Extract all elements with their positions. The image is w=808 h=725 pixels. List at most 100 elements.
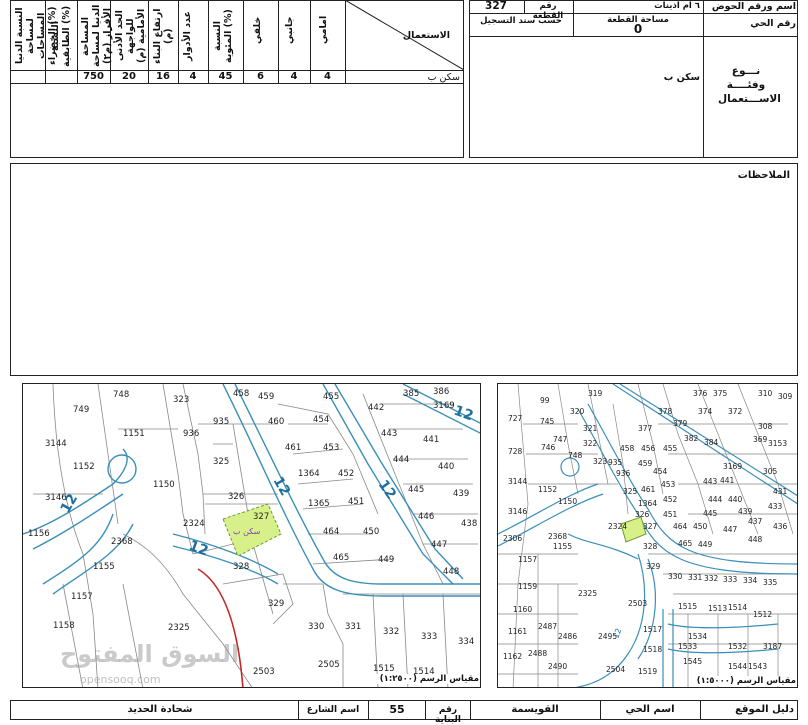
svg-text:2324: 2324 (608, 522, 627, 531)
svg-text:465: 465 (333, 553, 349, 563)
footer-guide-label: دليل الموقع (735, 704, 794, 715)
svg-text:1155: 1155 (93, 562, 115, 572)
svg-text:305: 305 (763, 467, 778, 476)
svg-text:1157: 1157 (71, 592, 93, 602)
svg-text:1544: 1544 (728, 662, 747, 671)
svg-text:441: 441 (720, 476, 735, 485)
svg-text:453: 453 (661, 480, 676, 489)
svg-text:12: 12 (187, 538, 211, 560)
svg-text:328: 328 (233, 562, 249, 572)
svg-text:379: 379 (673, 419, 688, 428)
svg-text:1152: 1152 (538, 485, 557, 494)
svg-text:99: 99 (540, 396, 550, 405)
svg-text:452: 452 (663, 495, 678, 504)
svg-text:1156: 1156 (28, 529, 50, 539)
svg-text:464: 464 (673, 522, 688, 531)
svg-text:3169: 3169 (433, 401, 455, 411)
svg-text:2368: 2368 (111, 537, 133, 547)
cell-side: 4 (290, 71, 298, 82)
svg-text:3144: 3144 (45, 439, 67, 449)
svg-text:1159: 1159 (518, 582, 537, 591)
svg-text:450: 450 (363, 527, 379, 537)
svg-text:384: 384 (704, 438, 719, 447)
svg-text:1517: 1517 (643, 625, 662, 634)
svg-text:334: 334 (458, 637, 474, 647)
svg-text:443: 443 (703, 477, 718, 486)
svg-text:2490: 2490 (548, 662, 567, 671)
svg-text:2324: 2324 (183, 519, 205, 529)
svg-text:323: 323 (593, 457, 608, 466)
map-small-scale: 99 320 727 745 728 747 746 321 322 748 323 935 4… (497, 383, 798, 688)
svg-text:456: 456 (641, 444, 656, 453)
footer-building-label: رقم البناية (434, 705, 462, 725)
svg-text:936: 936 (183, 429, 199, 439)
cell-usage: سكن ب (427, 72, 460, 83)
svg-text:333: 333 (723, 575, 738, 584)
svg-text:1518: 1518 (643, 645, 662, 654)
svg-text:444: 444 (708, 495, 723, 504)
svg-text:455: 455 (323, 392, 339, 402)
svg-text:433: 433 (768, 502, 783, 511)
basin-label: اسم ورقم الحوض (711, 1, 796, 12)
svg-text:1151: 1151 (123, 429, 145, 439)
svg-text:935: 935 (213, 417, 229, 427)
svg-text:3169: 3169 (723, 462, 742, 471)
svg-text:465: 465 (678, 539, 693, 548)
svg-text:372: 372 (728, 407, 743, 416)
footer-district-label: اسم الحي (625, 704, 675, 715)
svg-text:2488: 2488 (528, 649, 547, 658)
svg-text:1364: 1364 (298, 469, 320, 479)
right-map-scale: مقياس الرسم (١:٥٠٠٠) (690, 676, 796, 686)
svg-text:451: 451 (663, 510, 678, 519)
cell-percentage: 45 (218, 71, 233, 82)
svg-text:439: 439 (738, 507, 753, 516)
svg-text:431: 431 (773, 487, 788, 496)
svg-text:436: 436 (773, 522, 788, 531)
svg-text:382: 382 (684, 434, 699, 443)
svg-text:1515: 1515 (373, 664, 395, 674)
svg-text:444: 444 (393, 455, 409, 465)
svg-text:727: 727 (508, 414, 523, 423)
usage-header: الاستعمال (402, 30, 450, 41)
svg-text:2325: 2325 (168, 623, 190, 633)
svg-text:386: 386 (433, 387, 449, 397)
svg-text:319: 319 (588, 389, 603, 398)
svg-text:936: 936 (616, 469, 631, 478)
svg-text:320: 320 (570, 407, 585, 416)
svg-text:1161: 1161 (508, 627, 527, 636)
svg-text:749: 749 (73, 405, 89, 415)
svg-text:745: 745 (540, 417, 555, 426)
header-side: جانبي (284, 16, 295, 44)
svg-text:385: 385 (403, 389, 419, 399)
svg-text:1155: 1155 (553, 542, 572, 551)
svg-text:452: 452 (338, 469, 354, 479)
cell-rear: 6 (257, 71, 264, 82)
svg-text:459: 459 (258, 392, 274, 402)
svg-text:327: 327 (643, 522, 658, 531)
svg-text:2505: 2505 (318, 660, 340, 670)
svg-text:3144: 3144 (508, 477, 527, 486)
district-label: رقم الحي (750, 18, 796, 29)
svg-text:1515: 1515 (678, 602, 697, 611)
svg-text:450: 450 (693, 522, 708, 531)
svg-text:1532: 1532 (728, 642, 747, 651)
svg-text:308: 308 (758, 422, 773, 431)
svg-text:459: 459 (638, 459, 653, 468)
svg-text:321: 321 (583, 424, 598, 433)
parcel-value: 327 (485, 0, 507, 12)
svg-text:2487: 2487 (538, 622, 557, 631)
svg-text:464: 464 (323, 527, 339, 537)
footer-street-value: شحادة الحديد (127, 704, 193, 715)
cell-min-plot-area: 750 (83, 71, 104, 82)
svg-text:377: 377 (638, 424, 653, 433)
svg-text:12: 12 (611, 627, 623, 640)
svg-text:2325: 2325 (578, 589, 597, 598)
header-green-area: النسبة الدنيا لمساحة المساحات الخضراء (%… (14, 6, 58, 66)
watermark-en: opensooq.com (80, 673, 161, 686)
svg-text:2486: 2486 (558, 632, 577, 641)
svg-text:1514: 1514 (728, 603, 747, 612)
svg-text:446: 446 (418, 512, 434, 522)
svg-text:1157: 1157 (518, 555, 537, 564)
svg-text:3146: 3146 (508, 507, 527, 516)
svg-text:376: 376 (693, 389, 708, 398)
